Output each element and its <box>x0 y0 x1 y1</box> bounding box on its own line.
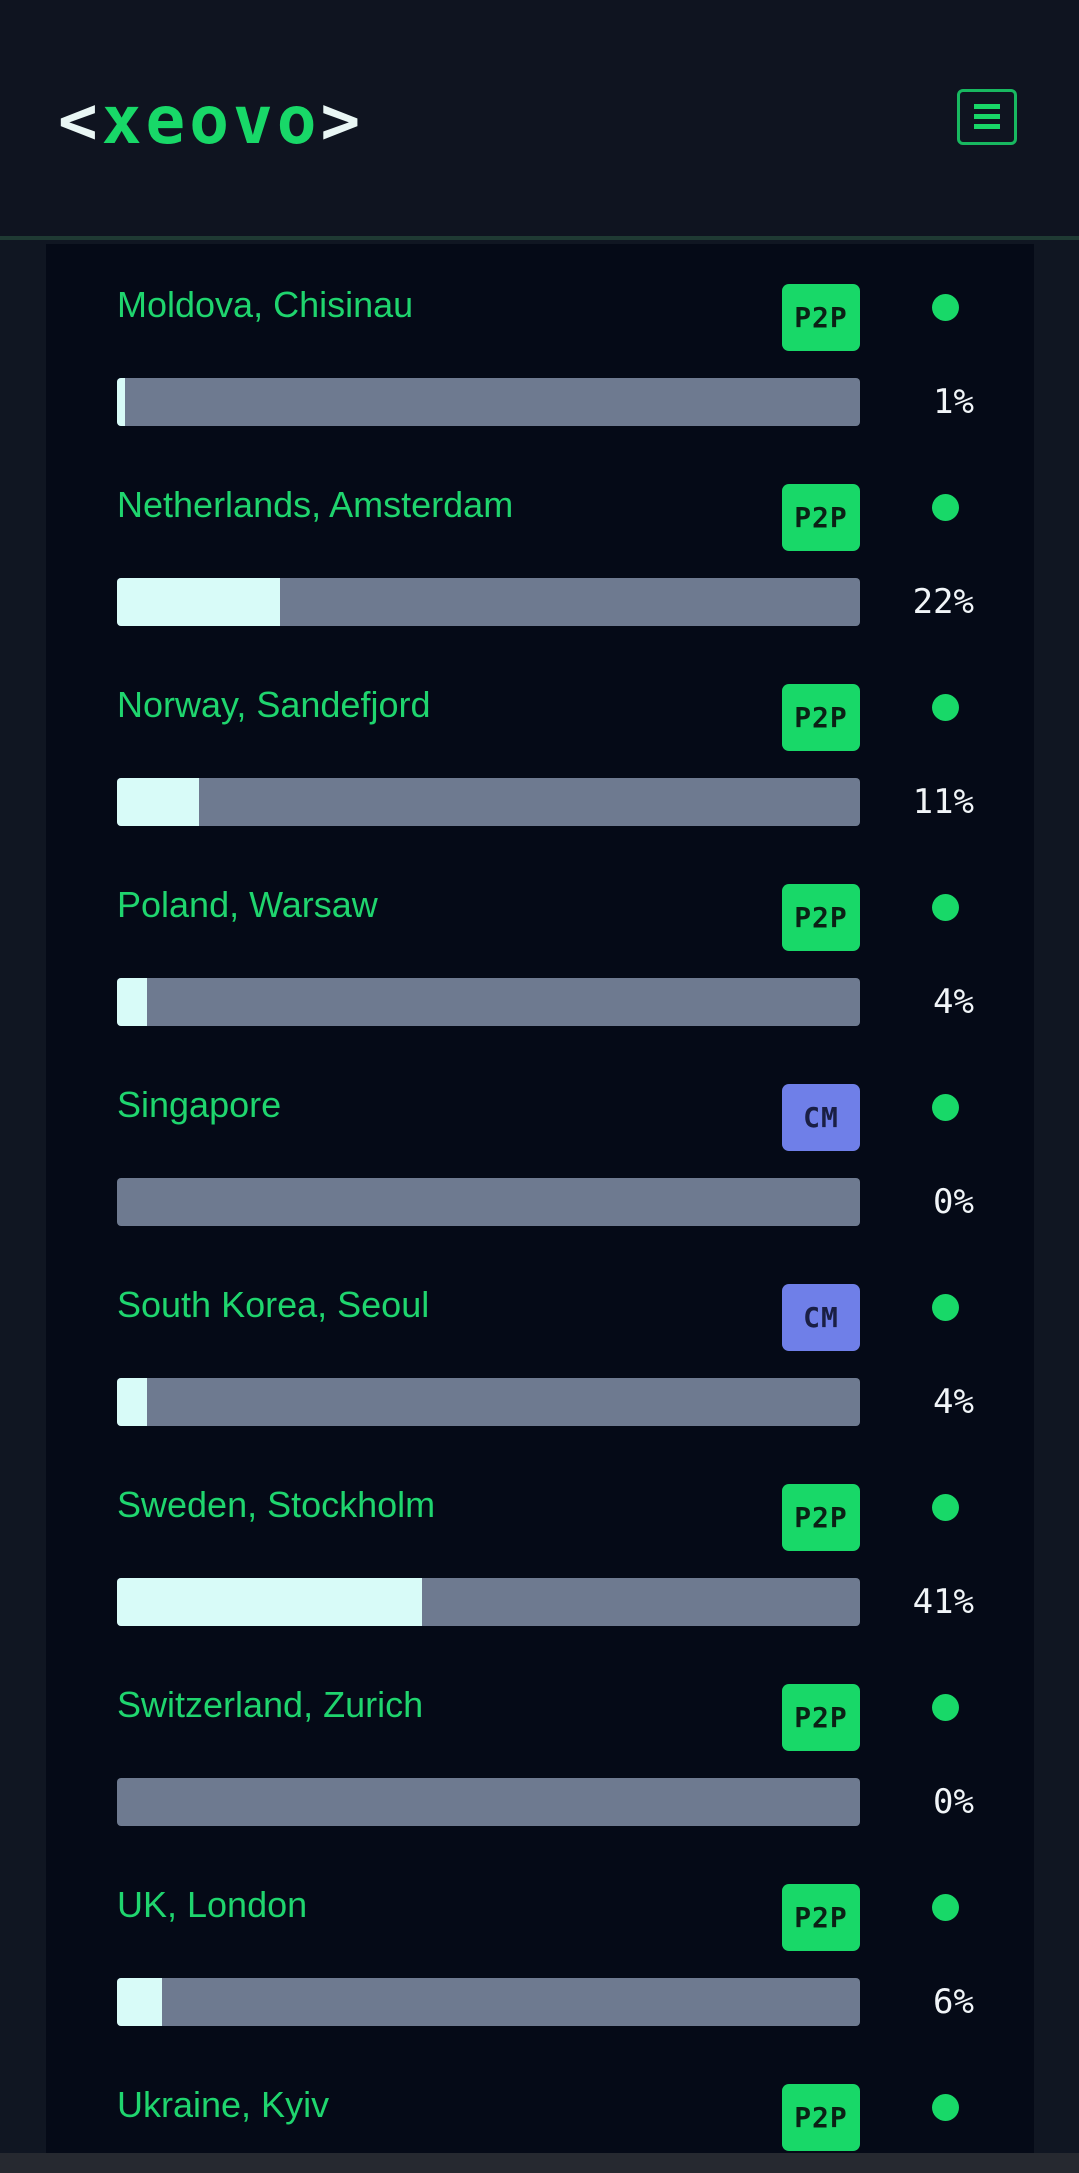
server-location: Singapore <box>117 1084 282 1125</box>
server-row[interactable]: Sweden, Stockholm P2P 41% <box>46 1444 1034 1644</box>
xeovo-logo[interactable]: <xeovo> <box>58 88 364 154</box>
server-location: Switzerland, Zurich <box>117 1684 424 1725</box>
load-bar-fill <box>117 578 280 626</box>
server-type-badge: P2P <box>782 684 860 751</box>
load-percent: 0% <box>933 1182 974 1222</box>
hamburger-menu-icon-line <box>974 114 1000 119</box>
server-type-badge: P2P <box>782 1884 860 1951</box>
server-location: UK, London <box>117 1884 308 1925</box>
load-percent: 22% <box>912 582 974 622</box>
server-row[interactable]: Poland, Warsaw P2P 4% <box>46 844 1034 1044</box>
server-location: Sweden, Stockholm <box>117 1484 436 1525</box>
server-row[interactable]: Switzerland, Zurich P2P 0% <box>46 1644 1034 1844</box>
load-bar-fill <box>117 978 147 1026</box>
status-online-dot <box>932 1694 959 1721</box>
load-percent: 11% <box>912 782 974 822</box>
load-bar-fill <box>117 1978 162 2026</box>
load-bar <box>117 1178 860 1226</box>
server-location: Norway, Sandefjord <box>117 684 431 725</box>
server-row[interactable]: Singapore CM 0% <box>46 1044 1034 1244</box>
server-location: Moldova, Chisinau <box>117 284 414 325</box>
bottom-strip <box>0 2153 1079 2173</box>
load-percent: 4% <box>933 982 974 1022</box>
server-row[interactable]: Moldova, Chisinau P2P 1% <box>46 244 1034 444</box>
status-online-dot <box>932 694 959 721</box>
server-type-badge: P2P <box>782 484 860 551</box>
server-row[interactable]: Norway, Sandefjord P2P 11% <box>46 644 1034 844</box>
load-bar <box>117 578 860 626</box>
load-bar <box>117 378 860 426</box>
server-type-badge: P2P <box>782 884 860 951</box>
server-type-badge: P2P <box>782 2084 860 2151</box>
top-header: <xeovo> <box>0 0 1079 240</box>
logo-left-bracket: < <box>58 82 102 159</box>
page: <xeovo> Moldova, Chisinau P2P 1% Netherland… <box>0 0 1079 2173</box>
server-location: Ukraine, Kyiv <box>117 2084 330 2125</box>
load-percent: 41% <box>912 1582 974 1622</box>
status-online-dot <box>932 894 959 921</box>
load-bar <box>117 778 860 826</box>
status-online-dot <box>932 1294 959 1321</box>
server-type-badge: CM <box>782 1084 860 1151</box>
logo-right-bracket: > <box>320 82 365 159</box>
status-online-dot <box>932 1494 959 1521</box>
load-bar-fill <box>117 1378 147 1426</box>
server-location: Poland, Warsaw <box>117 884 378 925</box>
load-percent: 1% <box>933 382 974 422</box>
status-online-dot <box>932 494 959 521</box>
load-bar <box>117 1978 860 2026</box>
server-row[interactable]: South Korea, Seoul CM 4% <box>46 1244 1034 1444</box>
load-bar <box>117 1778 860 1826</box>
server-location: South Korea, Seoul <box>117 1284 430 1325</box>
load-percent: 6% <box>933 1982 974 2022</box>
server-type-badge: P2P <box>782 1684 860 1751</box>
load-bar-fill <box>117 1578 422 1626</box>
server-list: Moldova, Chisinau P2P 1% Netherlands, Amste… <box>46 244 1034 2153</box>
status-online-dot <box>932 2094 959 2121</box>
hamburger-menu-icon <box>974 104 1000 109</box>
load-bar <box>117 978 860 1026</box>
server-type-badge: CM <box>782 1284 860 1351</box>
status-online-dot <box>932 1094 959 1121</box>
load-bar-fill <box>117 378 125 426</box>
server-type-badge: P2P <box>782 1484 860 1551</box>
load-percent: 0% <box>933 1782 974 1822</box>
server-row[interactable]: UK, London P2P 6% <box>46 1844 1034 2044</box>
server-row[interactable]: Netherlands, Amsterdam P2P 22% <box>46 444 1034 644</box>
status-online-dot <box>932 1894 959 1921</box>
server-type-badge: P2P <box>782 284 860 351</box>
hamburger-menu-icon-line <box>974 124 1000 129</box>
hamburger-menu-button[interactable] <box>957 89 1017 145</box>
status-online-dot <box>932 294 959 321</box>
logo-text: xeovo <box>101 82 321 159</box>
load-bar <box>117 1578 860 1626</box>
server-location: Netherlands, Amsterdam <box>117 484 514 525</box>
load-bar-fill <box>117 778 199 826</box>
load-percent: 4% <box>933 1382 974 1422</box>
load-bar <box>117 1378 860 1426</box>
